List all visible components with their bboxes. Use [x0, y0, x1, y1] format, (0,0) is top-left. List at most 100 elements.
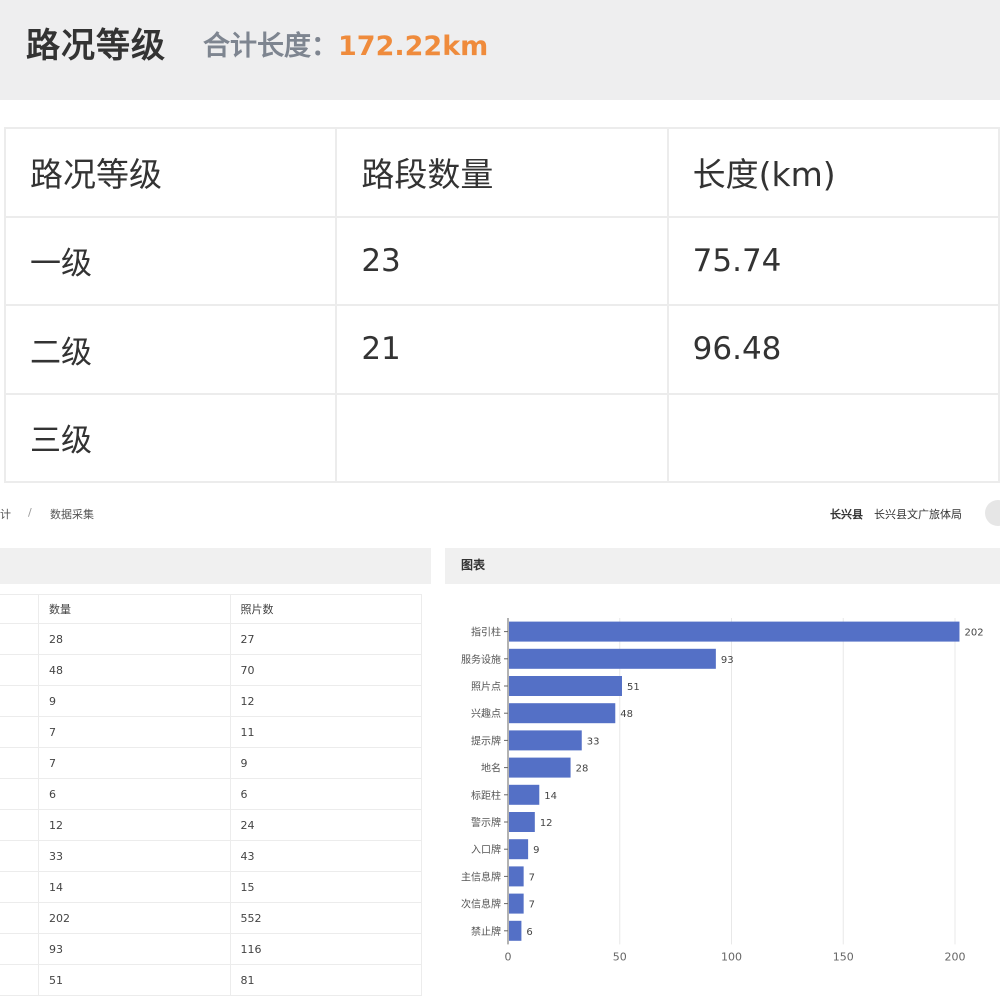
table-cell: [0, 871, 39, 903]
table-row: 12 24: [0, 809, 422, 841]
county-selector[interactable]: 长兴县: [830, 506, 863, 522]
bar-value-label: 7: [529, 872, 535, 883]
quantity-cell: 12: [38, 809, 231, 841]
photo-count-cell: 70: [230, 654, 422, 686]
quantity-cell: 28: [38, 623, 231, 655]
category-label: 标距柱: [471, 789, 501, 802]
bar-value-label: 202: [964, 628, 983, 639]
photo-count-cell: 9: [230, 747, 422, 779]
category-label: 指引柱: [471, 626, 501, 639]
quantity-cell: 202: [38, 902, 231, 934]
quantity-cell: 14: [38, 871, 231, 903]
bar: [509, 621, 960, 642]
table-cell: [0, 840, 39, 872]
grade-table-header: 路段数量: [335, 127, 669, 218]
table-row: 48 70: [0, 654, 422, 686]
quantity-cell: 48: [38, 654, 231, 686]
total-length: 合计长度：172.22km: [203, 24, 488, 63]
chart-panel-title: 图表: [461, 558, 486, 572]
grade-table-header: 长度(km): [666, 127, 1000, 218]
breadcrumb: 计 / 数据采集: [0, 502, 700, 526]
category-label: 次信息牌: [461, 898, 501, 911]
length-cell: 75.74: [666, 215, 1000, 306]
table-row: 79: [0, 747, 422, 779]
bar: [509, 648, 716, 669]
table-cell: [0, 933, 39, 965]
table-cell: [0, 716, 39, 748]
bar-value-label: 33: [587, 736, 600, 747]
x-tick-label: 200: [945, 950, 966, 963]
x-tick-label: 150: [833, 950, 854, 963]
table-cell: [0, 594, 39, 624]
x-tick-label: 0: [505, 950, 512, 963]
table-cell: [0, 654, 39, 686]
data-table-header-row: 数量 照片数: [0, 594, 422, 624]
bar-value-label: 6: [526, 927, 532, 938]
bar: [509, 676, 622, 696]
bar: [509, 920, 522, 941]
org-selector[interactable]: 长兴县文广旅体局: [874, 506, 962, 522]
photo-count-cell: 27: [230, 623, 422, 655]
table-row: 28 27: [0, 623, 422, 655]
grade-cell: 二级: [3, 304, 338, 395]
bar: [509, 839, 529, 860]
table-row: 9 12: [0, 685, 422, 717]
avatar[interactable]: [985, 500, 1000, 526]
total-length-value: 172.22km: [338, 31, 489, 62]
bar: [509, 730, 582, 751]
count-cell: 23: [335, 215, 669, 306]
x-tick-label: 50: [613, 950, 627, 963]
table-row: 14 15: [0, 871, 422, 903]
quantity-cell: 7: [38, 747, 231, 779]
bar: [509, 703, 616, 724]
photo-count-cell: 552: [230, 902, 422, 934]
column-header-photos: 照片数: [230, 594, 422, 624]
category-label: 兴趣点: [471, 707, 501, 720]
bar-chart-svg: 0 50 100 150 200 指引柱 202 服务设施 93 照片点 51 兴趣点 48 提示牌 33 地…: [461, 618, 984, 963]
table-row: 7 11: [0, 716, 422, 748]
category-label: 禁止牌: [471, 925, 501, 938]
bar: [509, 866, 524, 887]
grade-table: 路况等级 路段数量 长度(km) 一级 23 75.74 二级 21 96.48…: [3, 127, 1000, 483]
table-row: 33 43: [0, 840, 422, 872]
table-row: 66: [0, 778, 422, 810]
table-cell: [0, 623, 39, 655]
photo-count-cell: 81: [230, 964, 422, 996]
grade-table-header: 路况等级: [3, 127, 338, 218]
table-cell: [0, 778, 39, 810]
bar: [509, 893, 524, 914]
category-label: 入口牌: [471, 843, 501, 856]
table-row: 202 552: [0, 902, 422, 934]
bar: [509, 784, 540, 805]
breadcrumb-item[interactable]: 计: [0, 506, 11, 522]
table-cell: [0, 747, 39, 779]
bar-value-label: 7: [529, 900, 535, 911]
bar-value-label: 51: [627, 682, 640, 693]
bar-value-label: 28: [576, 764, 589, 775]
bar-value-label: 93: [721, 655, 734, 666]
category-label: 照片点: [471, 680, 501, 693]
chart-panel-header: [445, 548, 1000, 584]
count-cell: [335, 392, 669, 483]
photo-count-cell: 24: [230, 809, 422, 841]
table-row: 一级 23 75.74: [3, 215, 1000, 306]
quantity-cell: 51: [38, 964, 231, 996]
photo-count-cell: 12: [230, 685, 422, 717]
bar-value-label: 14: [544, 791, 557, 802]
table-row: 51 81: [0, 964, 422, 996]
summary-title: 路况等级: [26, 26, 166, 66]
bar: [509, 757, 571, 778]
quantity-cell: 6: [38, 778, 231, 810]
table-cell: [0, 902, 39, 934]
summary-header: 路况等级 合计长度：172.22km: [0, 0, 1000, 100]
photo-count-cell: 43: [230, 840, 422, 872]
total-length-label: 合计长度：: [203, 31, 338, 62]
quantity-cell: 7: [38, 716, 231, 748]
table-cell: [0, 964, 39, 996]
length-cell: [666, 392, 1000, 483]
quantity-cell: 33: [38, 840, 231, 872]
breadcrumb-item-data-collection[interactable]: 数据采集: [50, 506, 94, 522]
category-label: 地名: [481, 762, 501, 775]
table-row: 二级 21 96.48: [3, 304, 1000, 395]
table-row: 93 116: [0, 933, 422, 965]
